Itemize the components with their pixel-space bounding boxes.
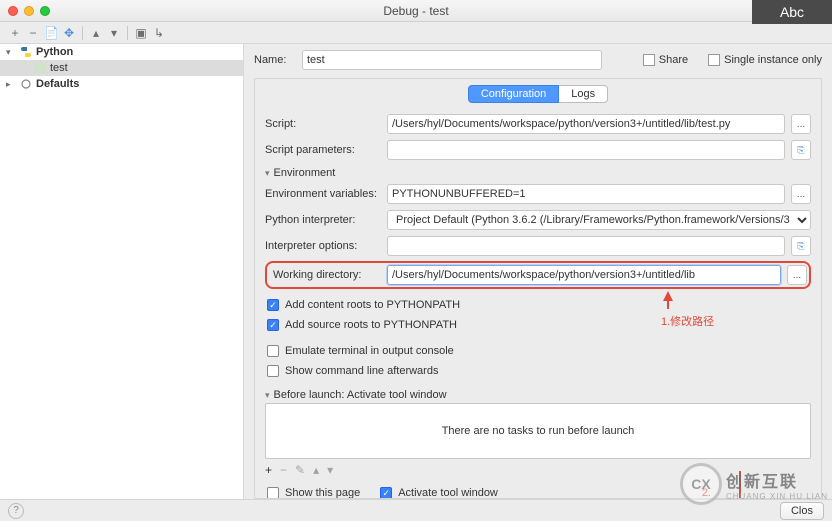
browse-workdir-button[interactable]: ... bbox=[787, 265, 807, 285]
add-source-roots-checkbox[interactable] bbox=[267, 319, 279, 331]
task-up-icon: ▴ bbox=[313, 463, 319, 477]
settings-icon[interactable]: ✥ bbox=[62, 26, 76, 40]
move-down-icon[interactable]: ▾ bbox=[107, 26, 121, 40]
env-section-header[interactable]: ▾Environment bbox=[265, 167, 811, 179]
env-vars-label: Environment variables: bbox=[265, 188, 381, 200]
activate-tool-window-checkbox[interactable] bbox=[380, 487, 392, 499]
chevron-right-icon: ▸ bbox=[6, 79, 16, 90]
titlebar: Debug - test bbox=[0, 0, 832, 22]
folder-icon[interactable]: ▣ bbox=[134, 26, 148, 40]
workdir-input[interactable] bbox=[387, 265, 781, 285]
single-instance-label: Single instance only bbox=[724, 54, 822, 66]
watermark-en: CHUANG XIN HU LIAN bbox=[726, 492, 828, 501]
copy-icon[interactable]: 📄 bbox=[44, 26, 58, 40]
empty-tasks-label: There are no tasks to run before launch bbox=[442, 425, 635, 437]
watermark-cn: 创新互联 bbox=[726, 468, 828, 492]
name-input[interactable] bbox=[302, 50, 602, 70]
tree-label: Defaults bbox=[36, 78, 79, 90]
annotation-arrow-icon bbox=[663, 291, 673, 301]
show-this-page-checkbox[interactable] bbox=[267, 487, 279, 499]
python-icon bbox=[20, 46, 32, 58]
single-instance-checkbox[interactable] bbox=[708, 54, 720, 66]
show-cmd-label: Show command line afterwards bbox=[285, 365, 438, 377]
before-launch-list[interactable]: There are no tasks to run before launch bbox=[265, 403, 811, 459]
watermark-logo-icon: CX bbox=[680, 463, 722, 505]
config-toolbar: + − 📄 ✥ ▴ ▾ ▣ ↳ bbox=[0, 22, 832, 44]
window-title: Debug - test bbox=[0, 4, 832, 18]
move-up-icon[interactable]: ▴ bbox=[89, 26, 103, 40]
interpreter-select[interactable]: Project Default (Python 3.6.2 (/Library/… bbox=[387, 210, 811, 230]
add-task-icon[interactable]: + bbox=[265, 463, 272, 477]
activate-tool-window-label: Activate tool window bbox=[398, 487, 498, 499]
env-vars-input[interactable] bbox=[387, 184, 785, 204]
script-params-input[interactable] bbox=[387, 140, 785, 160]
tab-logs[interactable]: Logs bbox=[559, 85, 608, 103]
tree-node-test[interactable]: test bbox=[0, 60, 243, 76]
abc-badge: Abc bbox=[752, 0, 832, 24]
expand-icon[interactable]: ↳ bbox=[152, 26, 166, 40]
task-down-icon: ▾ bbox=[327, 463, 333, 477]
tree-node-python[interactable]: ▾ Python bbox=[0, 44, 243, 60]
add-content-roots-label: Add content roots to PYTHONPATH bbox=[285, 299, 460, 311]
interp-opts-label: Interpreter options: bbox=[265, 240, 381, 252]
remove-icon[interactable]: − bbox=[26, 26, 40, 40]
emulate-terminal-label: Emulate terminal in output console bbox=[285, 345, 454, 357]
tree-node-defaults[interactable]: ▸ Defaults bbox=[0, 76, 243, 92]
add-icon[interactable]: + bbox=[8, 26, 22, 40]
interpreter-label: Python interpreter: bbox=[265, 214, 381, 226]
browse-script-button[interactable]: ... bbox=[791, 114, 811, 134]
chevron-down-icon: ▾ bbox=[6, 47, 16, 58]
share-checkbox[interactable] bbox=[643, 54, 655, 66]
add-source-roots-label: Add source roots to PYTHONPATH bbox=[285, 319, 457, 331]
interp-opts-input[interactable] bbox=[387, 236, 785, 256]
before-launch-header[interactable]: ▾Before launch: Activate tool window bbox=[265, 389, 811, 401]
annotation-1: 1.修改路径 bbox=[661, 313, 714, 329]
remove-task-icon: − bbox=[280, 463, 287, 477]
insert-macro-button-2[interactable]: ⎘ bbox=[791, 236, 811, 256]
watermark: CX 创新互联 CHUANG XIN HU LIAN bbox=[680, 463, 828, 505]
settings-folder-icon bbox=[20, 78, 32, 90]
tab-configuration[interactable]: Configuration bbox=[468, 85, 559, 103]
tree-label: Python bbox=[36, 46, 73, 58]
config-content: Name: Share Single instance only Configu… bbox=[244, 44, 832, 499]
python-file-icon bbox=[34, 62, 46, 74]
show-this-page-label: Show this page bbox=[285, 487, 360, 499]
help-button[interactable]: ? bbox=[8, 503, 24, 519]
tab-bar: Configuration Logs bbox=[265, 85, 811, 103]
script-input[interactable] bbox=[387, 114, 785, 134]
script-label: Script: bbox=[265, 118, 381, 130]
config-tree: ▾ Python test ▸ Defaults bbox=[0, 44, 244, 499]
name-label: Name: bbox=[254, 54, 294, 66]
tree-label: test bbox=[50, 62, 68, 74]
working-dir-row: Working directory: ... bbox=[265, 261, 811, 289]
insert-macro-button[interactable]: ⎘ bbox=[791, 140, 811, 160]
share-label: Share bbox=[659, 54, 688, 66]
edit-task-icon: ✎ bbox=[295, 463, 305, 477]
workdir-label: Working directory: bbox=[269, 269, 381, 281]
script-params-label: Script parameters: bbox=[265, 144, 381, 156]
show-cmd-checkbox[interactable] bbox=[267, 365, 279, 377]
edit-env-button[interactable]: ... bbox=[791, 184, 811, 204]
emulate-terminal-checkbox[interactable] bbox=[267, 345, 279, 357]
config-panel: Configuration Logs Script: ... Script pa… bbox=[254, 78, 822, 499]
add-content-roots-checkbox[interactable] bbox=[267, 299, 279, 311]
